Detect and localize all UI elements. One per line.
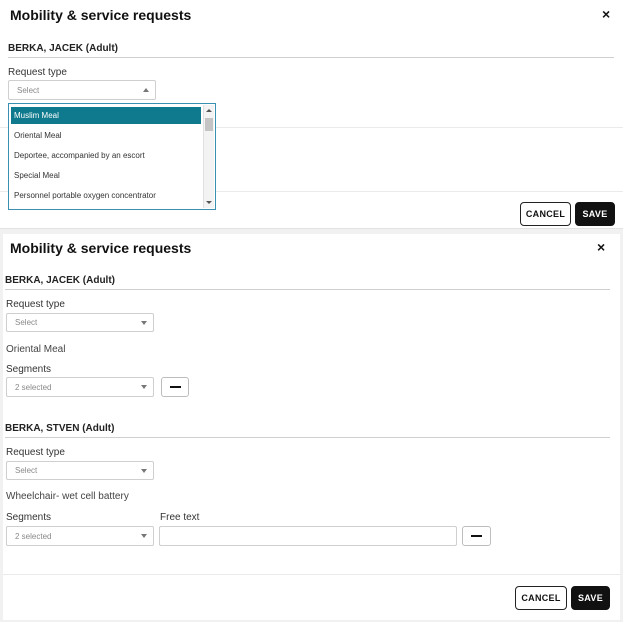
- chevron-down-icon: [141, 468, 147, 473]
- request-type-select[interactable]: Select: [8, 80, 156, 100]
- remove-request-button[interactable]: [462, 526, 491, 546]
- request-type-select[interactable]: Select: [6, 461, 154, 480]
- segments-label: Segments: [6, 512, 52, 523]
- scroll-up-icon[interactable]: [206, 109, 212, 112]
- cancel-button[interactable]: CANCEL: [520, 202, 571, 226]
- close-icon[interactable]: ×: [597, 240, 605, 254]
- cancel-button[interactable]: CANCEL: [515, 586, 567, 610]
- segments-select[interactable]: 2 selected: [6, 526, 154, 546]
- select-value: Select: [15, 466, 38, 475]
- selected-service: Wheelchair- wet cell battery: [6, 491, 129, 502]
- dialog-title: Mobility & service requests: [10, 240, 192, 256]
- divider: [5, 437, 610, 438]
- save-button[interactable]: SAVE: [571, 586, 610, 610]
- passenger-name: BERKA, JACEK (Adult): [8, 43, 118, 54]
- save-button[interactable]: SAVE: [575, 202, 615, 226]
- divider: [8, 57, 614, 58]
- remove-request-button[interactable]: [161, 377, 189, 397]
- passenger-name: BERKA, JACEK (Adult): [5, 275, 115, 286]
- select-value: Select: [17, 85, 40, 95]
- segments-label: Segments: [6, 364, 52, 375]
- top-dialog: Mobility & service requests × BERKA, JAC…: [0, 0, 623, 229]
- request-type-select[interactable]: Select: [6, 313, 154, 332]
- chevron-down-icon: [141, 320, 147, 325]
- close-icon[interactable]: ×: [602, 7, 610, 21]
- scroll-down-icon[interactable]: [206, 201, 212, 204]
- dropdown-option[interactable]: Personnel portable oxygen concentrator: [11, 187, 201, 204]
- dropdown-option[interactable]: Muslim Meal: [11, 107, 201, 124]
- dropdown-option[interactable]: Deportee, accompanied by an escort: [11, 147, 201, 164]
- passenger-name: BERKA, STVEN (Adult): [5, 423, 115, 434]
- segments-value: 2 selected: [15, 531, 52, 541]
- scroll-thumb[interactable]: [205, 118, 213, 131]
- chevron-down-icon: [141, 385, 147, 389]
- request-type-label: Request type: [8, 67, 67, 78]
- free-text-label: Free text: [160, 512, 200, 523]
- chevron-down-icon: [141, 534, 147, 538]
- select-value: Select: [15, 318, 38, 327]
- request-type-label: Request type: [6, 299, 65, 310]
- dropdown-option[interactable]: Oriental Meal: [11, 127, 201, 144]
- divider: [3, 574, 620, 575]
- dropdown-scrollbar[interactable]: [203, 105, 214, 208]
- chevron-up-icon: [143, 88, 149, 92]
- selected-service: Oriental Meal: [6, 344, 66, 355]
- segments-select[interactable]: 2 selected: [6, 377, 154, 397]
- divider: [5, 289, 610, 290]
- request-type-label: Request type: [6, 447, 65, 458]
- dialog-title: Mobility & service requests: [10, 7, 192, 23]
- request-type-dropdown-list[interactable]: Muslim Meal Oriental Meal Deportee, acco…: [8, 103, 216, 210]
- segments-value: 2 selected: [15, 382, 52, 392]
- bottom-dialog: Mobility & service requests × BERKA, JAC…: [3, 234, 620, 620]
- free-text-input[interactable]: [159, 526, 457, 546]
- dropdown-option[interactable]: Special Meal: [11, 167, 201, 184]
